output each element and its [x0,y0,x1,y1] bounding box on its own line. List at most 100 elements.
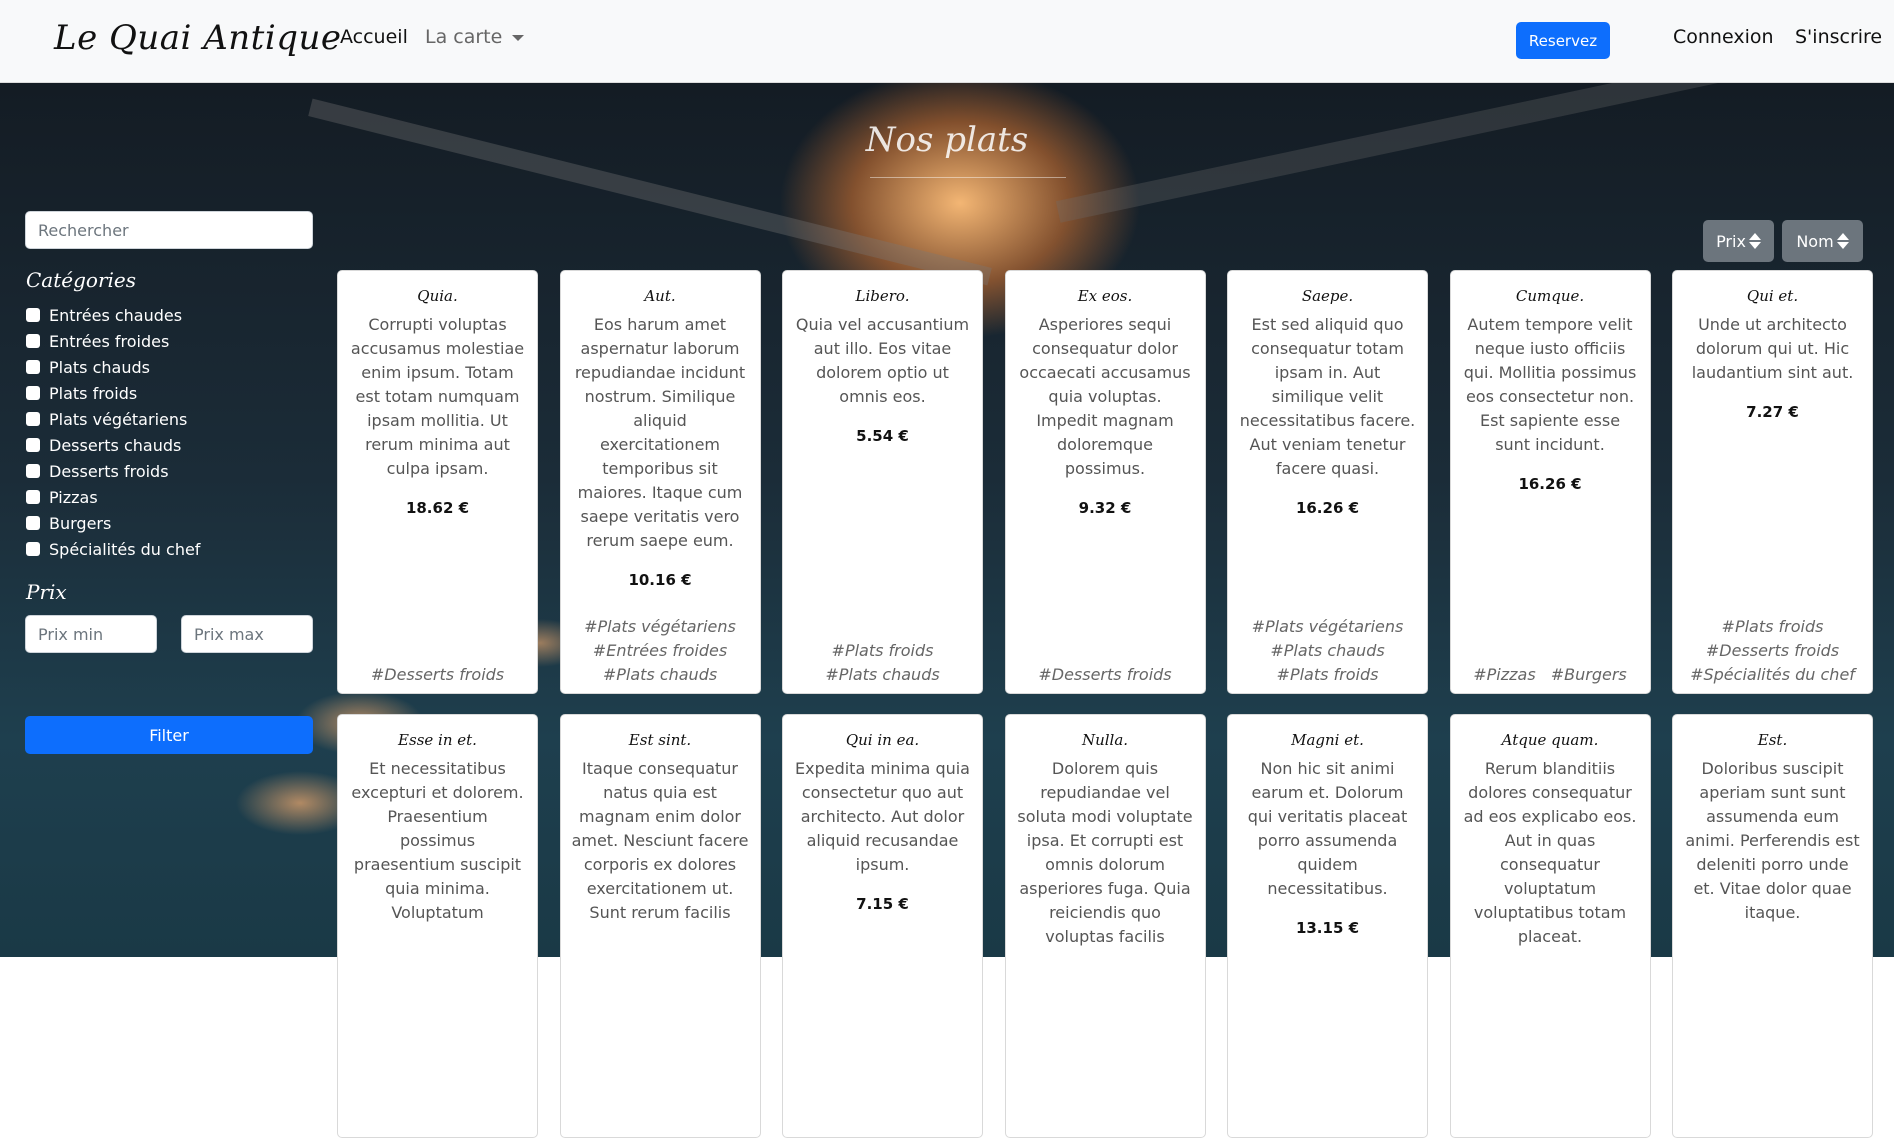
dish-tag[interactable]: #Desserts froids [371,663,504,687]
category-checkbox[interactable] [26,438,40,452]
dish-tag[interactable]: #Plats froids [832,639,934,663]
dish-card[interactable]: Est. Doloribus suscipit aperiam sunt sun… [1672,714,1873,1138]
dish-tags: #Plats végétariens #Plats chauds #Plats … [1234,615,1421,687]
dish-tag[interactable]: #Plats chauds [1270,639,1384,663]
dish-card[interactable]: Nulla. Dolorem quis repudiandae vel solu… [1004,714,1206,1138]
navbar: Le Quai Antique Accueil La carte Reserve… [0,0,1894,83]
dish-tag[interactable]: #Burgers [1551,663,1627,687]
category-item[interactable]: Desserts froids [26,458,200,484]
dish-card[interactable]: Atque quam. Rerum blanditiis dolores con… [1449,714,1651,1138]
dish-title: Qui et. [1746,287,1799,305]
dish-card[interactable]: Esse in et. Et necessitatibus excepturi … [337,714,538,1138]
dish-tag[interactable]: #Pizzas [1473,663,1535,687]
dish-card[interactable]: Aut. Eos harum amet aspernatur laborum r… [559,270,761,694]
dish-card[interactable]: Cumque. Autem tempore velit neque iusto … [1449,270,1651,694]
dish-card[interactable]: Saepe. Est sed aliquid quo consequatur t… [1227,270,1428,694]
title-divider [870,177,1066,178]
category-label: Plats chauds [49,357,150,377]
category-item[interactable]: Desserts chauds [26,432,200,458]
dish-tag[interactable]: #Spécialités du chef [1690,663,1855,687]
dish-tags: #Plats froids #Desserts froids #Spéciali… [1679,615,1866,687]
category-item[interactable]: Pizzas [26,484,200,510]
category-label: Entrées chaudes [49,305,183,325]
category-label: Burgers [49,513,112,533]
dish-tag[interactable]: #Entrées froides [593,639,727,663]
dish-description: Unde ut architecto dolorum qui ut. Hic l… [1691,315,1854,382]
dish-title: Ex eos. [1077,287,1133,305]
category-label: Plats froids [49,383,138,403]
sort-name-button[interactable]: Nom [1782,220,1863,262]
reserve-button[interactable]: Reservez [1516,22,1610,59]
dish-price: 7.27 € [1746,403,1799,421]
dish-card[interactable]: Qui et. Unde ut architecto dolorum qui u… [1672,270,1873,694]
dish-card[interactable]: Magni et. Non hic sit animi earum et. Do… [1227,714,1428,1138]
price-max-input[interactable] [181,615,313,653]
dish-card[interactable]: Quia. Corrupti voluptas accusamus molest… [337,270,538,694]
dish-tag[interactable]: #Plats végétariens [1252,615,1404,639]
category-checkbox[interactable] [26,516,40,530]
dish-tag[interactable]: #Desserts froids [1038,663,1171,687]
filter-button[interactable]: Filter [25,716,313,754]
sort-price-button[interactable]: Prix [1703,220,1774,262]
dish-price: 18.62 € [405,499,470,517]
category-checkbox[interactable] [26,360,40,374]
search-input[interactable] [25,211,313,249]
category-checkbox[interactable] [26,542,40,556]
category-item[interactable]: Entrées chaudes [26,302,200,328]
nav-link-connexion[interactable]: Connexion [1673,26,1774,48]
category-checkbox[interactable] [26,490,40,504]
category-checkbox[interactable] [26,412,40,426]
dish-description: Rerum blanditiis dolores consequatur ad … [1463,759,1637,946]
category-item[interactable]: Plats chauds [26,354,200,380]
dish-description: Autem tempore velit neque iusto officiis… [1463,315,1637,454]
dish-title: Magni et. [1291,731,1364,749]
dish-tag[interactable]: #Plats chauds [603,663,717,687]
category-checkbox[interactable] [26,308,40,322]
dish-card[interactable]: Ex eos. Asperiores sequi consequatur dol… [1004,270,1206,694]
dish-price: 10.16 € [628,571,692,589]
category-item[interactable]: Spécialités du chef [26,536,200,562]
dish-tags: #Desserts froids [1012,663,1199,687]
dish-tag[interactable]: #Plats froids [1722,615,1824,639]
dish-title: Saepe. [1301,287,1354,305]
nav-link-accueil[interactable]: Accueil [340,26,408,48]
dish-price: 7.15 € [856,895,909,913]
dish-tag[interactable]: #Plats chauds [825,663,939,687]
sort-icon [1836,233,1849,249]
dish-description: Non hic sit animi earum et. Dolorum qui … [1247,759,1408,898]
category-item[interactable]: Burgers [26,510,200,536]
dish-title: Qui in ea. [845,731,920,749]
dish-card[interactable]: Est sint. Itaque consequatur natus quia … [559,714,761,1138]
dish-tags: #Plats froids #Plats chauds [789,639,976,687]
dish-description: Itaque consequatur natus quia est magnam… [571,759,749,922]
sort-name-label: Nom [1796,231,1834,251]
dish-tag[interactable]: #Plats végétariens [584,615,736,639]
dish-tags: #Plats végétariens #Entrées froides #Pla… [567,615,754,687]
category-checkbox[interactable] [26,464,40,478]
category-checkbox[interactable] [26,386,40,400]
dish-card[interactable]: Qui in ea. Expedita minima quia consecte… [782,714,983,1138]
category-checkbox[interactable] [26,334,40,348]
dish-description: Dolorem quis repudiandae vel soluta modi… [1017,759,1193,946]
dish-card[interactable]: Libero. Quia vel accusantium aut illo. E… [782,270,983,694]
category-item[interactable]: Entrées froides [26,328,200,354]
nav-dropdown-carte-label: La carte [425,26,503,48]
price-min-input[interactable] [25,615,157,653]
nav-link-inscrire[interactable]: S'inscrire [1795,26,1882,48]
category-label: Plats végétariens [49,409,188,429]
dish-description: Eos harum amet aspernatur laborum repudi… [574,315,746,550]
dish-tags: #Desserts froids [344,663,531,687]
brand-logo[interactable]: Le Quai Antique [54,18,342,58]
dish-description: Doloribus suscipit aperiam sunt sunt ass… [1685,759,1860,922]
category-label: Desserts froids [49,461,169,481]
dish-description: Est sed aliquid quo consequatur totam ip… [1239,315,1416,478]
dish-tag[interactable]: #Plats froids [1277,663,1379,687]
sort-icon [1748,233,1761,249]
nav-dropdown-carte[interactable]: La carte [425,26,525,48]
category-item[interactable]: Plats froids [26,380,200,406]
dish-tag[interactable]: #Desserts froids [1706,639,1839,663]
category-label: Entrées froides [49,331,170,351]
dish-description: Quia vel accusantium aut illo. Eos vitae… [795,315,970,406]
category-label: Desserts chauds [49,435,182,455]
category-item[interactable]: Plats végétariens [26,406,200,432]
